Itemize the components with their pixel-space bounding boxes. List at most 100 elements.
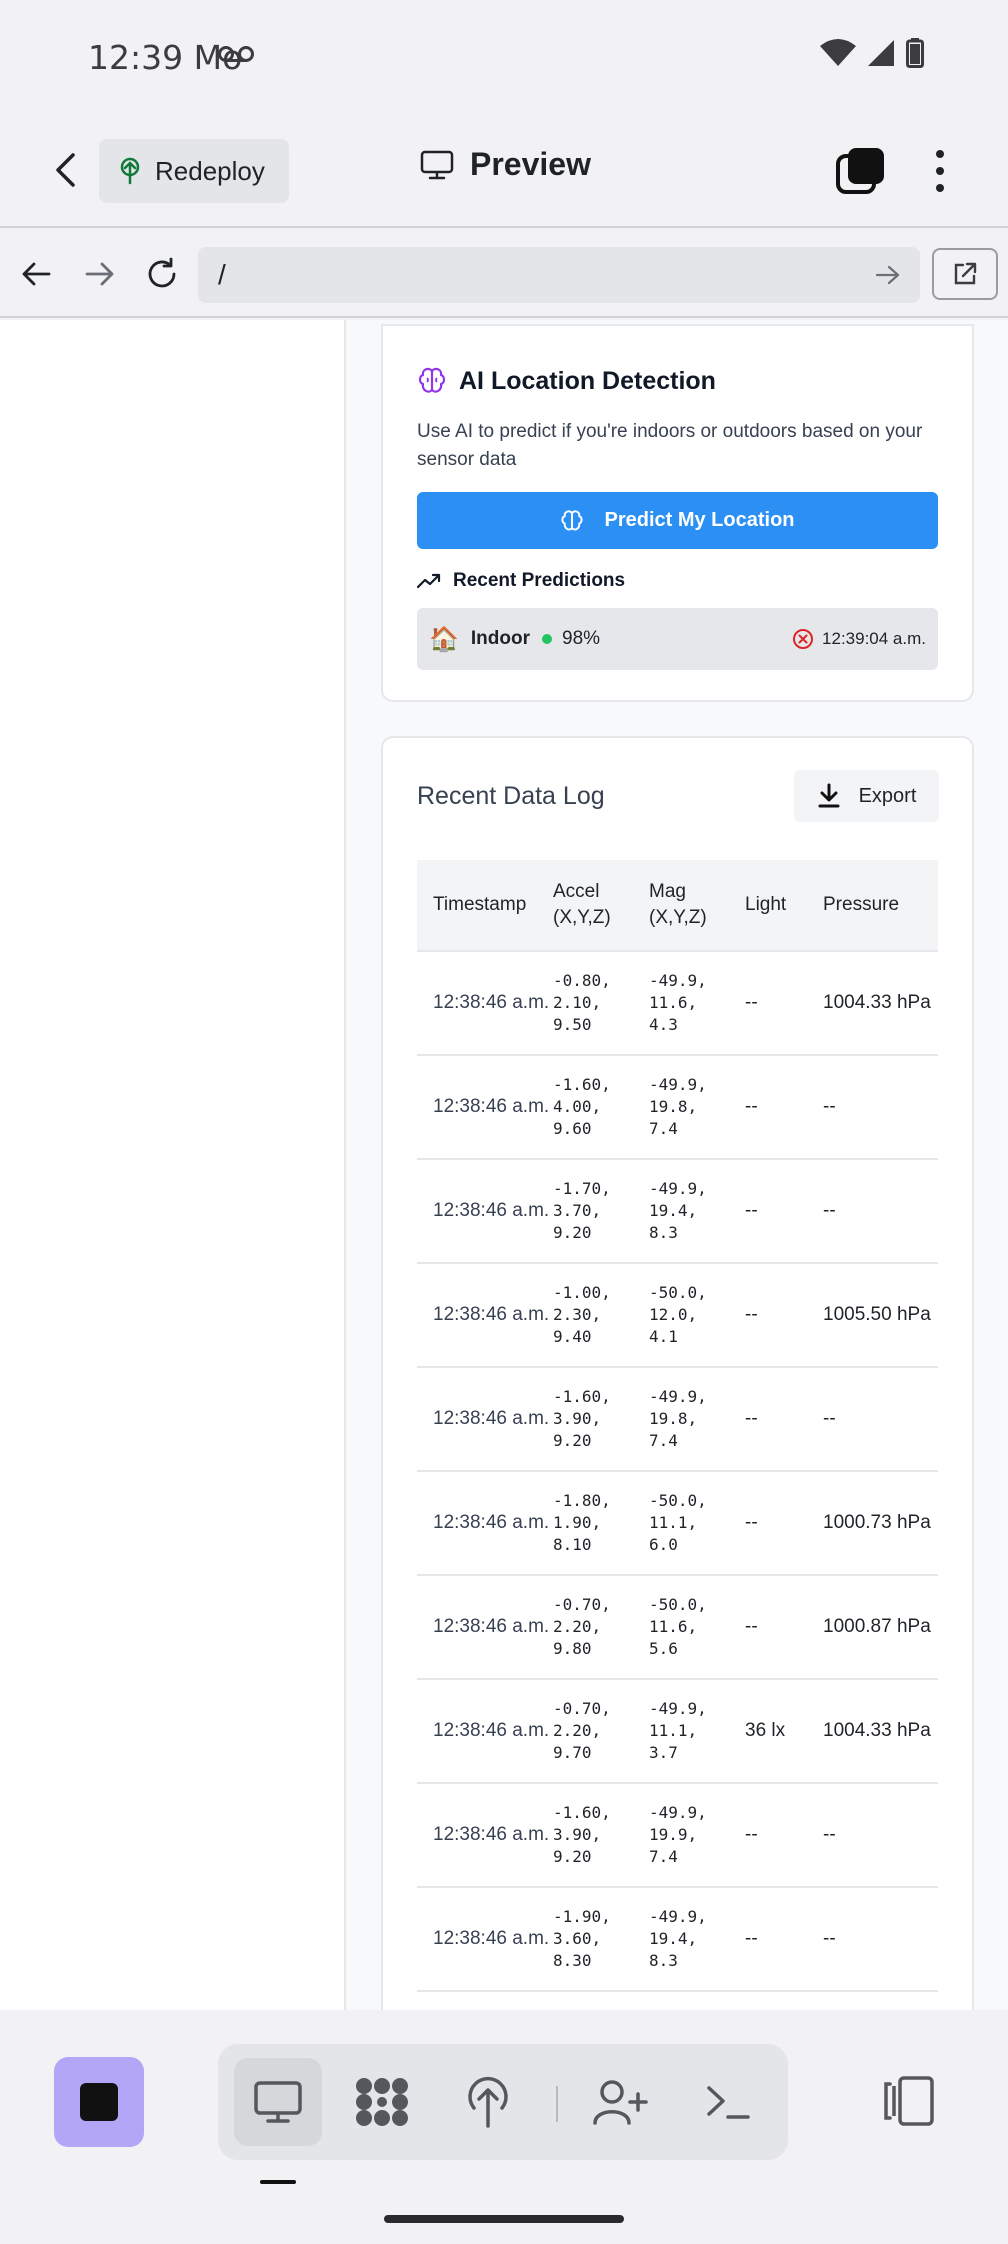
bottom-toolbar — [0, 2010, 1008, 2244]
prediction-time: 12:39:04 a.m. — [792, 628, 926, 650]
terminal-tab[interactable] — [684, 2058, 772, 2146]
brain-icon — [418, 367, 446, 393]
voicemail-icon — [218, 46, 254, 62]
table-row: 12:38:46 a.m. -0.70, 2.20, 9.70 -49.9, 11.… — [417, 1680, 938, 1784]
arrow-left-icon — [22, 262, 51, 286]
column-header: Accel (X,Y,Z) — [553, 881, 611, 928]
column-header: Mag (X,Y,Z) — [649, 881, 707, 928]
stop-button[interactable] — [54, 2057, 144, 2147]
tabs-icon[interactable] — [836, 146, 886, 196]
open-external-button[interactable] — [932, 248, 998, 300]
mag-cell: -49.9, 11.1, 3.7 — [649, 1699, 707, 1762]
page-title: Preview — [420, 146, 591, 183]
code-graph-tab[interactable] — [338, 2058, 426, 2146]
redeploy-button[interactable]: Redeploy — [99, 139, 289, 203]
table-row: 12:38:46 a.m. -1.60, 3.90, 9.20 -49.9, 19.… — [417, 1784, 938, 1888]
page-title-text: Preview — [470, 146, 591, 182]
add-user-icon — [593, 2080, 648, 2125]
light-cell: -- — [745, 1096, 758, 1117]
preview-viewport: AI Location Detection Use AI to predict … — [0, 320, 1008, 2010]
app-header: Redeploy Preview — [0, 114, 1008, 228]
app-sidebar — [0, 320, 346, 2010]
reload-icon — [148, 257, 176, 288]
preview-tab[interactable] — [234, 2058, 322, 2146]
mag-cell: -50.0, 11.1, 6.0 — [649, 1491, 707, 1554]
table-row: 12:38:46 a.m. -1.60, 3.90, 9.20 -49.9, 19.… — [417, 1368, 938, 1472]
split-view-icon[interactable] — [880, 2072, 938, 2130]
accel-cell: -1.60, 3.90, 9.20 — [553, 1387, 611, 1450]
light-cell: -- — [745, 992, 758, 1013]
light-cell: -- — [745, 1512, 758, 1533]
monitor-icon — [420, 150, 454, 179]
light-cell: -- — [745, 1304, 758, 1325]
accel-cell: -1.60, 4.00, 9.60 — [553, 1075, 611, 1138]
ai-card-title: AI Location Detection — [417, 366, 716, 396]
mag-cell: -49.9, 11.6, 4.3 — [649, 971, 707, 1034]
accel-cell: -1.90, 3.60, 8.30 — [553, 1907, 611, 1970]
url-input[interactable]: / — [198, 247, 920, 303]
wifi-icon — [820, 39, 856, 66]
terminal-icon — [707, 2086, 750, 2119]
mag-cell: -49.9, 19.4, 8.3 — [649, 1179, 707, 1242]
accel-cell: -0.70, 2.20, 9.80 — [553, 1595, 611, 1658]
table-row: 12:38:46 a.m. -1.60, 4.00, 9.60 -49.9, 19.… — [417, 1056, 938, 1160]
browser-url-bar: / — [0, 230, 1008, 318]
close-circle-icon[interactable] — [792, 628, 814, 650]
timestamp-cell: 12:38:46 a.m. — [433, 1928, 550, 1949]
table-row: 12:38:46 a.m. -1.00, 2.30, 9.40 -50.0, 12.… — [417, 1264, 938, 1368]
pressure-cell: 1005.50 hPa — [823, 1304, 931, 1325]
table-row: 12:38:46 a.m. -0.80, 2.10, 9.50 -49.9, 11.… — [417, 952, 938, 1056]
export-label: Export — [858, 784, 917, 807]
timestamp-cell: 12:38:46 a.m. — [433, 1304, 550, 1325]
timestamp-cell: 12:38:46 a.m. — [433, 1616, 550, 1637]
accel-cell: -0.80, 2.10, 9.50 — [553, 971, 611, 1034]
light-cell: 36 lx — [745, 1720, 786, 1741]
pressure-cell: -- — [823, 1408, 836, 1429]
light-cell: -- — [745, 1616, 758, 1637]
redeploy-label: Redeploy — [155, 155, 265, 186]
nodes-icon — [356, 2078, 408, 2126]
table-row: 12:38:46 a.m. -1.70, 3.70, 9.20 -49.9, 19.… — [417, 1160, 938, 1264]
nav-back-button[interactable] — [14, 252, 58, 296]
predict-location-button[interactable]: Predict My Location — [417, 492, 938, 549]
pressure-cell: -- — [823, 1200, 836, 1221]
accel-cell: -0.70, 2.20, 9.70 — [553, 1699, 611, 1762]
mag-cell: -49.9, 19.8, 7.4 — [649, 1075, 707, 1138]
mag-cell: -50.0, 11.6, 5.6 — [649, 1595, 707, 1658]
reload-button[interactable] — [140, 252, 184, 296]
pressure-cell: -- — [823, 1096, 836, 1117]
download-icon — [818, 783, 840, 808]
data-log-title: Recent Data Log — [417, 782, 605, 810]
recent-predictions-heading: Recent Predictions — [417, 570, 625, 592]
deploy-tree-icon — [468, 2077, 508, 2128]
pressure-cell: 1000.87 hPa — [823, 1616, 931, 1637]
invite-user-tab[interactable] — [576, 2058, 664, 2146]
go-arrow-icon[interactable] — [874, 261, 902, 289]
pressure-cell: 1000.73 hPa — [823, 1512, 931, 1533]
light-cell: -- — [745, 1824, 758, 1845]
predict-button-label: Predict My Location — [604, 509, 795, 531]
deploy-tab[interactable] — [444, 2058, 532, 2146]
tool-tabs — [218, 2044, 788, 2160]
table-header: Timestamp Accel (X,Y,Z) Mag (X,Y,Z) Ligh… — [417, 860, 938, 952]
status-bar: 12:39 Mo — [0, 0, 1008, 114]
url-text: / — [218, 259, 226, 290]
accel-cell: -1.70, 3.70, 9.20 — [553, 1179, 611, 1242]
column-header: Pressure — [823, 894, 900, 915]
light-cell: -- — [745, 1928, 758, 1949]
export-button[interactable]: Export — [794, 770, 939, 822]
more-options-icon[interactable] — [926, 146, 954, 196]
accel-cell: -1.80, 1.90, 8.10 — [553, 1491, 611, 1554]
app-main: AI Location Detection Use AI to predict … — [346, 320, 1008, 2010]
back-button[interactable] — [40, 142, 90, 198]
timestamp-cell: 12:38:46 a.m. — [433, 1200, 550, 1221]
pressure-cell: 1004.33 hPa — [823, 1720, 931, 1741]
battery-icon — [906, 38, 924, 68]
timestamp-cell: 12:38:46 a.m. — [433, 1408, 550, 1429]
nav-forward-button[interactable] — [78, 252, 122, 296]
data-log-table: Timestamp Accel (X,Y,Z) Mag (X,Y,Z) Ligh… — [417, 860, 938, 1992]
mag-cell: -50.0, 12.0, 4.1 — [649, 1283, 707, 1346]
house-icon: 🏠 — [429, 625, 459, 653]
active-tab-indicator — [260, 2180, 296, 2184]
data-log-card: Recent Data Log Export Timestamp Accel (… — [381, 736, 974, 2010]
